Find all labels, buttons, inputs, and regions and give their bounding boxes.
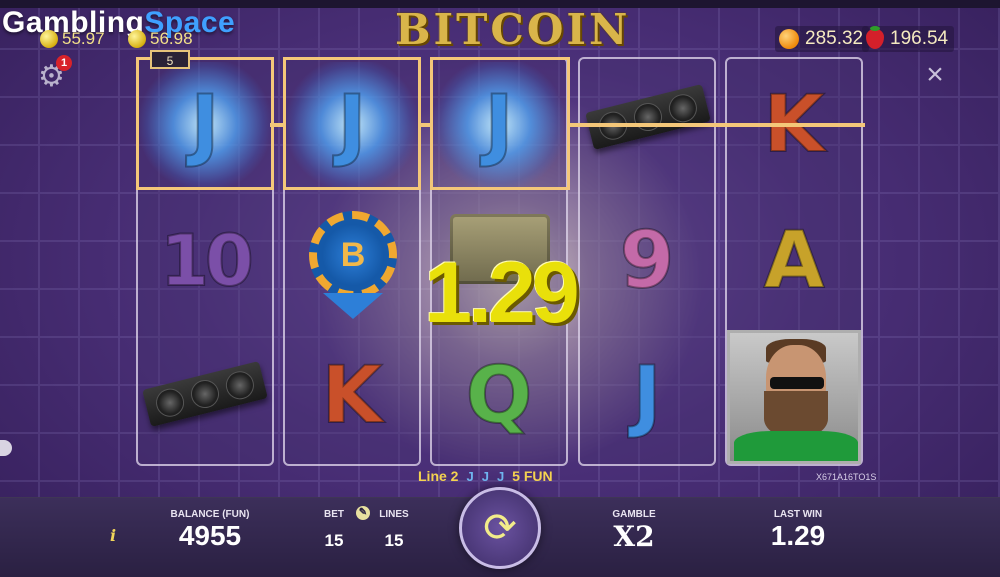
close-icon[interactable]: × xyxy=(920,60,950,90)
last-win-label: LAST WIN xyxy=(773,509,823,520)
info-icon[interactable]: i xyxy=(110,526,116,545)
payline-segment xyxy=(570,123,865,127)
brand-logo: GamblingSpace xyxy=(2,6,235,40)
line-number-badge: 5 xyxy=(150,50,190,69)
bitcoin-icon: B xyxy=(340,235,366,274)
edit-bet-icon[interactable]: ✎ xyxy=(356,506,370,520)
fan-icon xyxy=(188,377,222,411)
win-line-summary: Line 2 J J J 5 FUN xyxy=(418,468,553,484)
mini-jack-icon: J xyxy=(496,468,505,484)
build-code: X671A16TO1S xyxy=(816,472,877,482)
symbol-bearded-man-portrait xyxy=(727,330,861,464)
orange-jackpot: 285.32 xyxy=(775,26,870,52)
fan-icon xyxy=(222,368,257,403)
portrait-jacket xyxy=(734,431,858,461)
coin-icon xyxy=(40,30,58,48)
gamble-label: GAMBLE xyxy=(612,509,656,520)
symbol-queen: Q xyxy=(465,350,533,441)
strawberry-icon xyxy=(866,26,884,49)
jackpot-display-2: 56.98 xyxy=(128,28,193,50)
symbol-ten: 10 xyxy=(159,219,254,302)
winning-cell xyxy=(136,57,274,190)
win-amount-overlay: 1.29 xyxy=(424,245,579,341)
mini-jack-icon: J xyxy=(466,468,474,484)
symbol-ace: A xyxy=(763,215,825,306)
symbol-king: K xyxy=(321,350,383,441)
jackpot-value-2: 56.98 xyxy=(150,29,193,48)
bet-label: BET xyxy=(324,509,344,520)
symbol-jack: J xyxy=(631,350,662,441)
bet-value[interactable]: 15 xyxy=(314,531,354,551)
balance-label: BALANCE (FUN) xyxy=(170,509,250,520)
balance-value: 4955 xyxy=(178,520,242,551)
win-line-label: Line 2 xyxy=(418,468,459,484)
strawberry-jackpot-value: 196.54 xyxy=(890,28,949,49)
payline-segment xyxy=(420,123,432,127)
last-win-value: 1.29 xyxy=(770,520,826,551)
spin-button[interactable]: ⟳ xyxy=(459,487,541,569)
jackpot-display-1: 55.97 xyxy=(40,28,105,50)
winning-cell xyxy=(430,57,570,190)
coin-icon xyxy=(128,30,146,48)
symbol-bitcoin-chip: B xyxy=(309,211,397,299)
strawberry-jackpot: 196.54 xyxy=(862,26,955,52)
spin-arrows-icon: ⟳ xyxy=(483,506,517,550)
chip-pointer xyxy=(323,293,383,319)
game-title: BITCOIN xyxy=(395,5,631,54)
orange-jackpot-value: 285.32 xyxy=(805,28,864,49)
symbol-nine: 9 xyxy=(619,215,675,306)
payline-segment xyxy=(270,123,286,127)
jackpot-value-1: 55.97 xyxy=(62,29,105,48)
lines-label: LINES xyxy=(379,509,409,520)
fan-icon xyxy=(631,100,665,134)
orange-icon xyxy=(779,29,799,49)
fan-icon xyxy=(153,385,188,420)
win-line-amount: 5 FUN xyxy=(512,468,553,484)
lines-value[interactable]: 15 xyxy=(374,531,414,551)
sunglasses-icon xyxy=(770,377,824,389)
fan-icon xyxy=(665,91,700,126)
gamble-button[interactable]: X2 xyxy=(604,520,664,553)
winning-cell xyxy=(283,57,421,190)
mini-jack-icon: J xyxy=(481,468,489,484)
notification-badge: 1 xyxy=(56,55,72,71)
